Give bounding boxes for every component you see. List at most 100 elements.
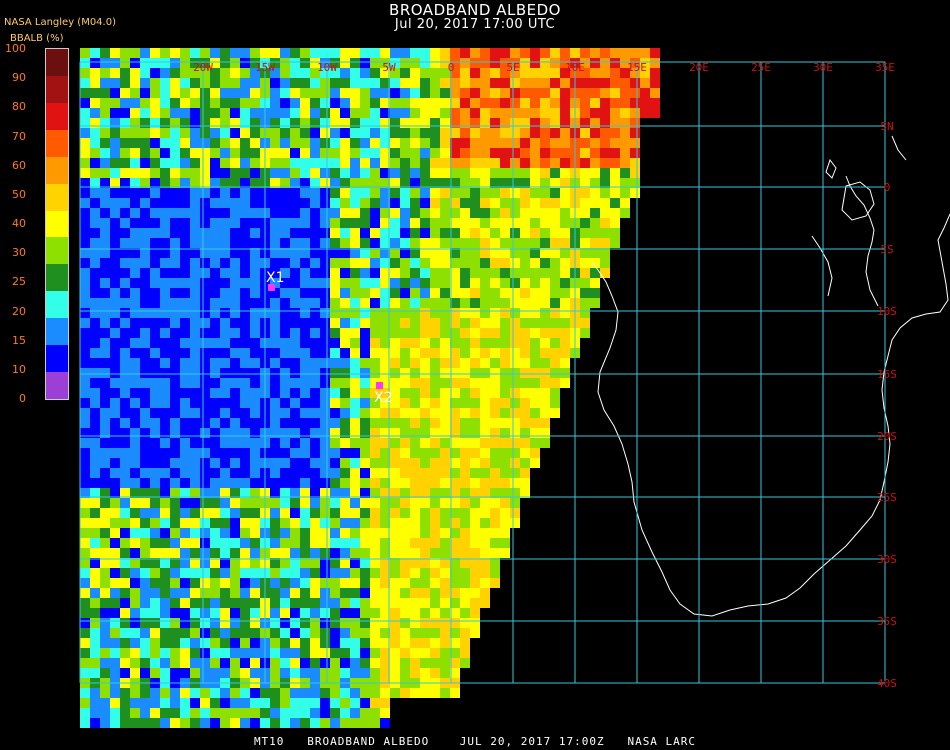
albedo-pixel (630, 78, 640, 88)
albedo-pixel (270, 308, 280, 318)
albedo-pixel (480, 338, 490, 348)
albedo-pixel (480, 208, 490, 218)
albedo-pixel (300, 258, 310, 268)
albedo-pixel (180, 688, 190, 698)
albedo-pixel (250, 158, 260, 168)
albedo-pixel (540, 378, 550, 388)
albedo-pixel (140, 588, 150, 598)
albedo-pixel (320, 238, 330, 248)
albedo-pixel (110, 238, 120, 248)
albedo-pixel (540, 108, 550, 118)
albedo-pixel (110, 668, 120, 678)
albedo-pixel (150, 388, 160, 398)
albedo-pixel (390, 458, 400, 468)
albedo-pixel (340, 358, 350, 368)
albedo-pixel (150, 468, 160, 478)
albedo-pixel (350, 468, 360, 478)
albedo-pixel (120, 628, 130, 638)
albedo-pixel (320, 98, 330, 108)
albedo-pixel (80, 198, 90, 208)
albedo-pixel (210, 328, 220, 338)
albedo-pixel (370, 368, 380, 378)
albedo-pixel (160, 598, 170, 608)
albedo-pixel (170, 168, 180, 178)
albedo-pixel (120, 438, 130, 448)
albedo-pixel (230, 408, 240, 418)
albedo-pixel (530, 268, 540, 278)
albedo-pixel (250, 218, 260, 228)
albedo-pixel (230, 388, 240, 398)
albedo-pixel (520, 78, 530, 88)
albedo-pixel (140, 338, 150, 348)
albedo-pixel (460, 408, 470, 418)
albedo-pixel (280, 668, 290, 678)
albedo-pixel (240, 48, 250, 58)
albedo-pixel (320, 208, 330, 218)
albedo-pixel (440, 188, 450, 198)
albedo-pixel (210, 298, 220, 308)
albedo-pixel (400, 328, 410, 338)
albedo-pixel (230, 358, 240, 368)
albedo-pixel (350, 648, 360, 658)
albedo-pixel (100, 278, 110, 288)
albedo-pixel (580, 268, 590, 278)
albedo-pixel (480, 168, 490, 178)
albedo-pixel (370, 448, 380, 458)
albedo-pixel (520, 348, 530, 358)
albedo-pixel (110, 518, 120, 528)
albedo-pixel (420, 358, 430, 368)
albedo-pixel (160, 458, 170, 468)
albedo-pixel (420, 468, 430, 478)
albedo-pixel (470, 508, 480, 518)
albedo-pixel (470, 528, 480, 538)
albedo-pixel (350, 58, 360, 68)
albedo-pixel (540, 398, 550, 408)
albedo-pixel (390, 648, 400, 658)
albedo-pixel (100, 408, 110, 418)
albedo-pixel (250, 448, 260, 458)
albedo-pixel (150, 288, 160, 298)
albedo-pixel (90, 268, 100, 278)
albedo-pixel (330, 388, 340, 398)
albedo-pixel (400, 298, 410, 308)
albedo-pixel (350, 528, 360, 538)
albedo-pixel (230, 518, 240, 528)
albedo-pixel (350, 168, 360, 178)
albedo-pixel (90, 238, 100, 248)
albedo-pixel (550, 158, 560, 168)
albedo-pixel (220, 628, 230, 638)
albedo-pixel (540, 388, 550, 398)
albedo-pixel (460, 328, 470, 338)
albedo-pixel (210, 198, 220, 208)
albedo-pixel (290, 648, 300, 658)
albedo-pixel (150, 408, 160, 418)
albedo-pixel (410, 548, 420, 558)
albedo-pixel (300, 108, 310, 118)
albedo-pixel (290, 268, 300, 278)
albedo-pixel (220, 408, 230, 418)
albedo-pixel (150, 258, 160, 268)
albedo-pixel (160, 128, 170, 138)
albedo-pixel (500, 298, 510, 308)
albedo-pixel (350, 668, 360, 678)
albedo-pixel (490, 548, 500, 558)
albedo-pixel (200, 338, 210, 348)
albedo-pixel (400, 198, 410, 208)
albedo-pixel (370, 78, 380, 88)
albedo-pixel (120, 578, 130, 588)
albedo-pixel (440, 108, 450, 118)
albedo-pixel (440, 538, 450, 548)
albedo-pixel (530, 398, 540, 408)
albedo-pixel (440, 468, 450, 478)
albedo-pixel (240, 468, 250, 478)
albedo-pixel (300, 408, 310, 418)
albedo-pixel (200, 448, 210, 458)
albedo-pixel (200, 478, 210, 488)
albedo-pixel (200, 648, 210, 658)
albedo-pixel (270, 638, 280, 648)
albedo-pixel (490, 418, 500, 428)
albedo-pixel (240, 198, 250, 208)
albedo-pixel (430, 98, 440, 108)
albedo-pixel (520, 208, 530, 218)
albedo-pixel (170, 588, 180, 598)
